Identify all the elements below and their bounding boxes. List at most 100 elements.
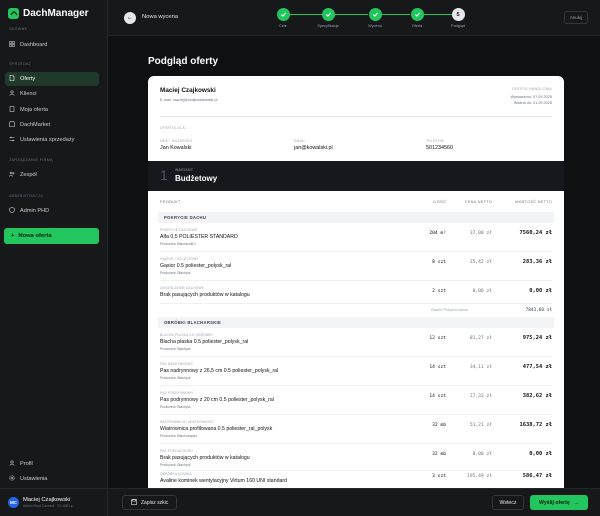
sidebar-item-label: Oferty: [20, 76, 36, 82]
item-category: PAS PODDACHOWY: [160, 449, 194, 453]
plus-icon: +: [11, 233, 15, 239]
user-profile[interactable]: MC Maciej Czajkowski Admin Roof Connect …: [0, 488, 108, 516]
client-name: Jan Kowalski: [160, 145, 192, 151]
wizard-title: Nowa wycena: [142, 14, 179, 20]
item-category: WIATROWNICA / WIATROWNICE: [160, 420, 214, 424]
item-producer: Producent: Blachprofil 2: [160, 242, 196, 246]
subtotal-value: 7843,60 zł: [525, 308, 552, 313]
check-icon: [276, 8, 290, 21]
item-price: 0,00 zł: [472, 452, 492, 457]
new-offer-button[interactable]: + Nowa oferta: [4, 228, 99, 244]
save-draft-label: Zapisz szkic: [141, 499, 169, 506]
item-qty: 8 szt: [432, 260, 446, 265]
item-name: Gąsior 0.5 poliester_polysk_ral: [160, 263, 232, 269]
sidebar-item-admin-phd[interactable]: Admin PHD: [5, 204, 99, 218]
item-price: 37,08 zł: [469, 231, 492, 236]
item-category: POKRYCIE DACHOWE: [160, 228, 198, 232]
user-icon: [9, 460, 15, 468]
offer-for-label: OFERTA DLA:: [160, 126, 187, 130]
sidebar-item-label: Ustawienia sprzedaży: [20, 137, 75, 143]
client-phone-label: TELEFON: [426, 139, 444, 143]
sidebar-item-profile[interactable]: Profil: [5, 457, 99, 471]
item-price: 195,49 zł: [467, 474, 492, 479]
item-value: 0,00 zł: [529, 288, 552, 294]
row-divider: [160, 303, 552, 304]
col-header-qty: ILOŚĆ: [433, 200, 446, 204]
row-divider: [160, 443, 552, 444]
item-qty: 14 szt: [429, 365, 446, 370]
col-header-product: PRODUKT: [160, 200, 181, 204]
shield-icon: [9, 207, 15, 215]
item-name: Pas nadrynnowy z 26,5 cm 0.5 poliester_p…: [160, 368, 279, 374]
avatar: MC: [8, 497, 19, 508]
row-divider: [160, 356, 552, 357]
sidebar-item-settings[interactable]: Ustawienia: [5, 472, 99, 486]
check-icon: [321, 8, 335, 21]
item-price: 51,21 zł: [469, 423, 492, 428]
sidebar-item-my-offer[interactable]: Moja oferta: [5, 103, 99, 117]
item-category: PAS PODRYNNOWY: [160, 391, 194, 395]
sidebar-item-offers[interactable]: Oferty: [5, 72, 99, 86]
item-name: Alfa 0,5 POLIESTER STANDARD: [160, 234, 238, 240]
sidebar-item-team[interactable]: Zespół: [5, 168, 99, 182]
item-value: 1638,72 zł: [519, 422, 552, 428]
step-specification[interactable]: Specyfikacja: [314, 8, 342, 28]
sidebar-item-label: Moja oferta: [20, 107, 48, 113]
cancel-button[interactable]: Anuluj: [564, 11, 588, 24]
col-header-net-value: WARTOŚĆ NETTO: [515, 200, 552, 204]
item-qty: 12 szt: [429, 336, 446, 341]
item-category: PAS NADRYNNOWY: [160, 362, 194, 366]
logo[interactable]: DachManager: [8, 8, 89, 19]
save-draft-button[interactable]: Zapisz szkic: [122, 495, 178, 510]
sidebar-item-label: DachMarket: [20, 122, 51, 128]
item-price: 81,27 zł: [469, 336, 492, 341]
divider: [160, 116, 552, 117]
arrow-right-icon: →: [573, 499, 579, 506]
item-producer: Producent: Blachpol: [160, 463, 191, 467]
store-icon: [9, 121, 15, 129]
sidebar-item-dashboard[interactable]: Dashboard: [5, 38, 99, 52]
sidebar-item-label: Profil: [20, 461, 33, 467]
back-button[interactable]: Wstecz: [492, 495, 524, 510]
sidebar-item-clients[interactable]: Klienci: [5, 87, 99, 101]
file-icon: [9, 106, 15, 114]
item-price: 34,11 zł: [469, 365, 492, 370]
item-category: BLACHA PŁASKA DO OBRÓBEK: [160, 333, 213, 337]
seller-name: Maciej Czajkowski: [160, 87, 216, 94]
document-icon: [9, 75, 15, 83]
item-value: 7560,24 zł: [519, 230, 552, 236]
row-divider: [160, 251, 552, 252]
step-valuation[interactable]: Wycena: [361, 8, 389, 28]
item-name: Blacha płaska 0.5 poliester_polysk_ral: [160, 339, 249, 345]
send-offer-button[interactable]: Wyślij ofertę →: [530, 495, 588, 510]
item-name: Brak pasujących produktów w katalogu: [160, 292, 250, 298]
item-producer: Producent: Blachpol: [160, 405, 191, 409]
step-number: 5: [451, 8, 465, 21]
section-label-main: GŁÓWNE: [9, 27, 28, 31]
sidebar-item-sales-settings[interactable]: Ustawienia sprzedaży: [5, 133, 99, 147]
user-name: Maciej Czajkowski: [23, 497, 71, 503]
subtotal-label: Razem Pokrycie dachu: [431, 308, 468, 312]
item-category: GĄSIOR I SZCZYTOWY: [160, 257, 199, 261]
item-name: Avaline kominek wentylacyjny Virtum 160 …: [160, 478, 287, 484]
step-offer[interactable]: Oferta: [403, 8, 431, 28]
item-producer: Producent: Blachotrapez: [160, 434, 198, 438]
roof-logo-icon: [8, 8, 19, 19]
arrow-left-icon: ←: [127, 15, 133, 21]
offer-document: Maciej Czajkowski E-mail: maciej@czajkow…: [148, 76, 564, 488]
item-price: 0,00 zł: [472, 289, 492, 294]
step-preview[interactable]: 5 Podgląd: [444, 8, 472, 28]
group-flashings: OBRÓBKI BLACHARSKIE: [158, 317, 554, 328]
section-label-admin: ADMINISTRACJA: [9, 194, 44, 198]
col-header-net-price: CENA NETTO: [464, 200, 492, 204]
back-arrow-button[interactable]: ←: [124, 12, 136, 24]
check-icon: [410, 8, 424, 21]
sidebar-item-dachmarket[interactable]: DachMarket: [5, 118, 99, 132]
topbar: ← Nowa wycena Cele Specyfikacja Wycena O…: [108, 0, 600, 36]
grid-icon: [9, 41, 15, 49]
step-goals[interactable]: Cele: [269, 8, 297, 28]
step-label: Podgląd: [451, 24, 465, 28]
item-qty: 3 szt: [432, 474, 446, 479]
section-label-sales: SPRZEDAŻ: [9, 62, 32, 66]
step-label: Cele: [279, 24, 287, 28]
